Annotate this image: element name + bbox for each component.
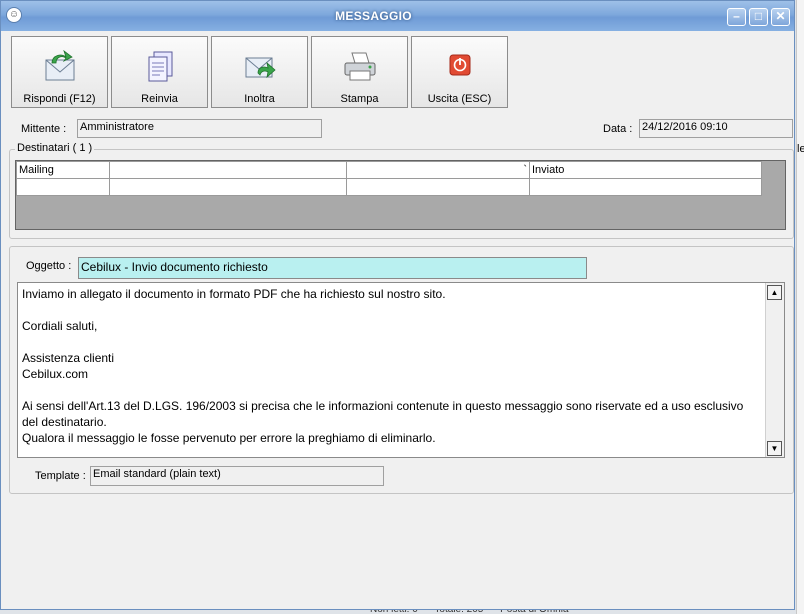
window-title: MESSAGGIO [335, 9, 412, 23]
reply-button[interactable]: Rispondi (F12) [11, 36, 108, 108]
subject-label: Oggetto : [26, 260, 72, 272]
body-line: Cebilux.com [22, 367, 89, 381]
body-line: Qualora il messaggio le fosse pervenuto … [22, 431, 436, 445]
forward-button[interactable]: Inoltra [211, 36, 308, 108]
table-row[interactable] [16, 178, 762, 196]
recipients-title: Destinatari ( 1 ) [15, 142, 95, 154]
date-label: Data : [603, 123, 633, 135]
resend-button[interactable]: Reinvia [111, 36, 208, 108]
table-cell: Inviato [529, 161, 762, 179]
exit-button[interactable]: Uscita (ESC) [411, 36, 508, 108]
exit-label: Uscita (ESC) [427, 93, 492, 105]
body-line [22, 382, 762, 398]
reply-envelope-icon [12, 49, 107, 85]
vertical-scrollbar[interactable]: ▲ ▼ [765, 283, 784, 457]
print-button[interactable]: Stampa [311, 36, 408, 108]
recipients-table: Mailing ` Inviato [16, 161, 762, 196]
sender-label: Mittente : [21, 123, 67, 135]
template-field[interactable]: Email standard (plain text) [90, 466, 384, 486]
background-side-panel: le [796, 0, 804, 614]
maximize-button[interactable]: □ [749, 8, 768, 26]
background-side-text: le [797, 143, 804, 155]
recipients-grid[interactable]: Mailing ` Inviato [15, 160, 786, 230]
document-copy-icon [112, 49, 207, 85]
template-label: Template : [35, 470, 86, 482]
power-exit-icon [412, 49, 507, 85]
message-window: ☺ MESSAGGIO – □ ✕ Rispondi (F12) Reinvia [0, 0, 795, 610]
scroll-up-button[interactable]: ▲ [767, 285, 782, 300]
printer-icon [312, 49, 407, 85]
sender-field[interactable]: Amministratore [77, 119, 322, 138]
body-line: Assistenza clienti [22, 351, 115, 365]
forward-envelope-icon [212, 49, 307, 85]
minimize-button[interactable]: – [727, 8, 746, 26]
subject-field[interactable]: Cebilux - Invio documento richiesto [78, 257, 587, 279]
reply-label: Rispondi (F12) [23, 93, 96, 105]
table-row[interactable]: Mailing ` Inviato [16, 161, 762, 179]
table-cell [529, 178, 762, 196]
table-cell [109, 161, 347, 179]
title-bar[interactable]: ☺ MESSAGGIO – □ ✕ [1, 1, 794, 31]
print-label: Stampa [340, 93, 379, 105]
body-line [22, 302, 762, 318]
table-cell [346, 178, 530, 196]
close-button[interactable]: ✕ [771, 8, 790, 26]
forward-label: Inoltra [244, 93, 275, 105]
body-line: Inviamo in allegato il documento in form… [22, 287, 446, 301]
table-cell: ` [346, 161, 530, 179]
table-cell: Mailing [16, 161, 110, 179]
table-cell [16, 178, 110, 196]
scroll-down-button[interactable]: ▼ [767, 441, 782, 456]
message-body[interactable]: Inviamo in allegato il documento in form… [17, 282, 785, 458]
body-line: Cordiali saluti, [22, 319, 98, 333]
table-cell [109, 178, 347, 196]
date-field[interactable]: 24/12/2016 09:10 [639, 119, 793, 138]
resend-label: Reinvia [141, 93, 178, 105]
message-body-text: Inviamo in allegato il documento in form… [22, 286, 762, 446]
body-line [22, 334, 762, 350]
body-line: Ai sensi dell'Art.13 del D.LGS. 196/2003… [22, 399, 744, 429]
